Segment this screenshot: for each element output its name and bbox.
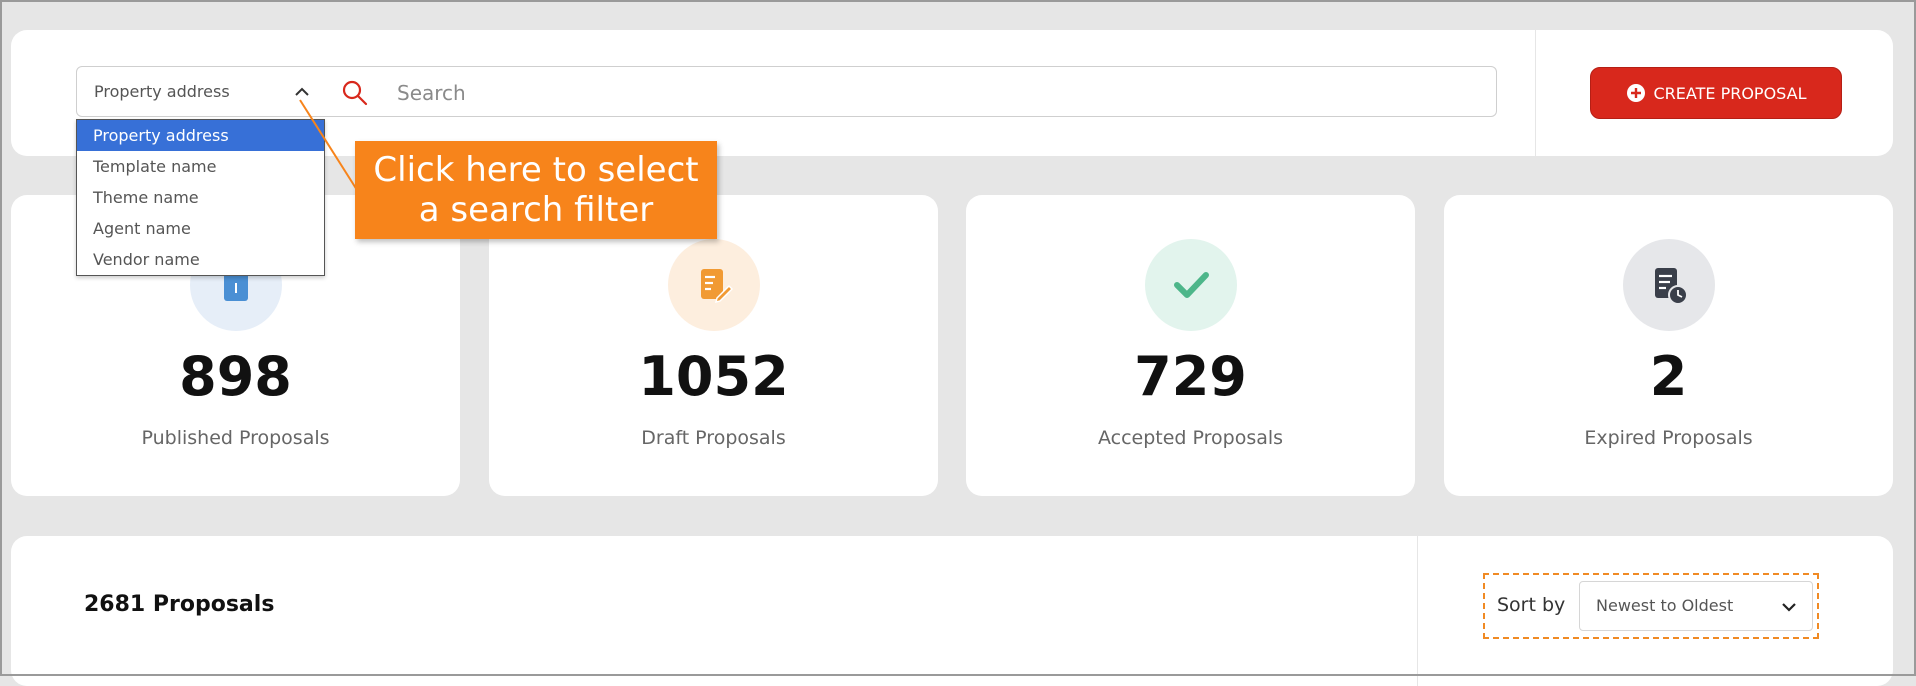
- create-proposal-label: CREATE PROPOSAL: [1653, 83, 1807, 103]
- stat-value: 1052: [638, 345, 789, 408]
- dropdown-option-property-address[interactable]: Property address: [77, 120, 324, 151]
- checkmark-icon: [1174, 272, 1209, 298]
- plus-circle-icon: [1626, 84, 1645, 102]
- proposals-count-title: 2681 Proposals: [84, 592, 275, 617]
- dropdown-option-template-name[interactable]: Template name: [77, 151, 324, 182]
- divider: [1417, 536, 1418, 686]
- sort-value: Newest to Oldest: [1596, 596, 1734, 615]
- proposals-list-card: 2681 Proposals Sort by Newest to Oldest: [11, 536, 1893, 686]
- stat-icon-circle: [668, 239, 760, 331]
- search-filter-dropdown: Property address Template name Theme nam…: [76, 119, 325, 276]
- sort-select[interactable]: Newest to Oldest: [1579, 581, 1813, 631]
- callout-text-line1: Click here to select: [373, 150, 699, 190]
- search-box: [325, 66, 1497, 117]
- draft-edit-icon: [701, 269, 734, 304]
- chevron-down-icon: [1782, 603, 1796, 612]
- search-input[interactable]: [395, 77, 1479, 109]
- stat-card-expired: 2 Expired Proposals: [1444, 195, 1893, 496]
- chevron-up-icon: [295, 87, 309, 96]
- document-clock-icon: [1655, 268, 1688, 305]
- stat-label: Expired Proposals: [1584, 427, 1753, 449]
- stat-value: 729: [1134, 345, 1247, 408]
- divider: [1535, 30, 1536, 156]
- create-proposal-button[interactable]: CREATE PROPOSAL: [1590, 67, 1842, 119]
- stat-icon-circle: [1623, 239, 1715, 331]
- stat-value: 2: [1649, 345, 1688, 408]
- stat-label: Published Proposals: [141, 427, 330, 449]
- search-filter-value: Property address: [94, 82, 230, 101]
- stat-value: 898: [179, 345, 292, 408]
- callout-text-line2: a search filter: [418, 190, 654, 230]
- dropdown-option-theme-name[interactable]: Theme name: [77, 182, 324, 213]
- stat-card-accepted: 729 Accepted Proposals: [966, 195, 1415, 496]
- tutorial-callout: Click here to select a search filter: [355, 141, 717, 239]
- sort-highlight: Sort by Newest to Oldest: [1483, 573, 1819, 639]
- stat-label: Draft Proposals: [641, 427, 786, 449]
- dropdown-option-agent-name[interactable]: Agent name: [77, 213, 324, 244]
- sort-label: Sort by: [1497, 594, 1566, 616]
- dropdown-option-vendor-name[interactable]: Vendor name: [77, 244, 324, 275]
- search-icon: [342, 80, 368, 106]
- stat-icon-circle: [1145, 239, 1237, 331]
- stat-card-draft: 1052 Draft Proposals: [489, 195, 938, 496]
- search-filter-select[interactable]: Property address: [76, 66, 326, 117]
- stat-label: Accepted Proposals: [1097, 427, 1284, 449]
